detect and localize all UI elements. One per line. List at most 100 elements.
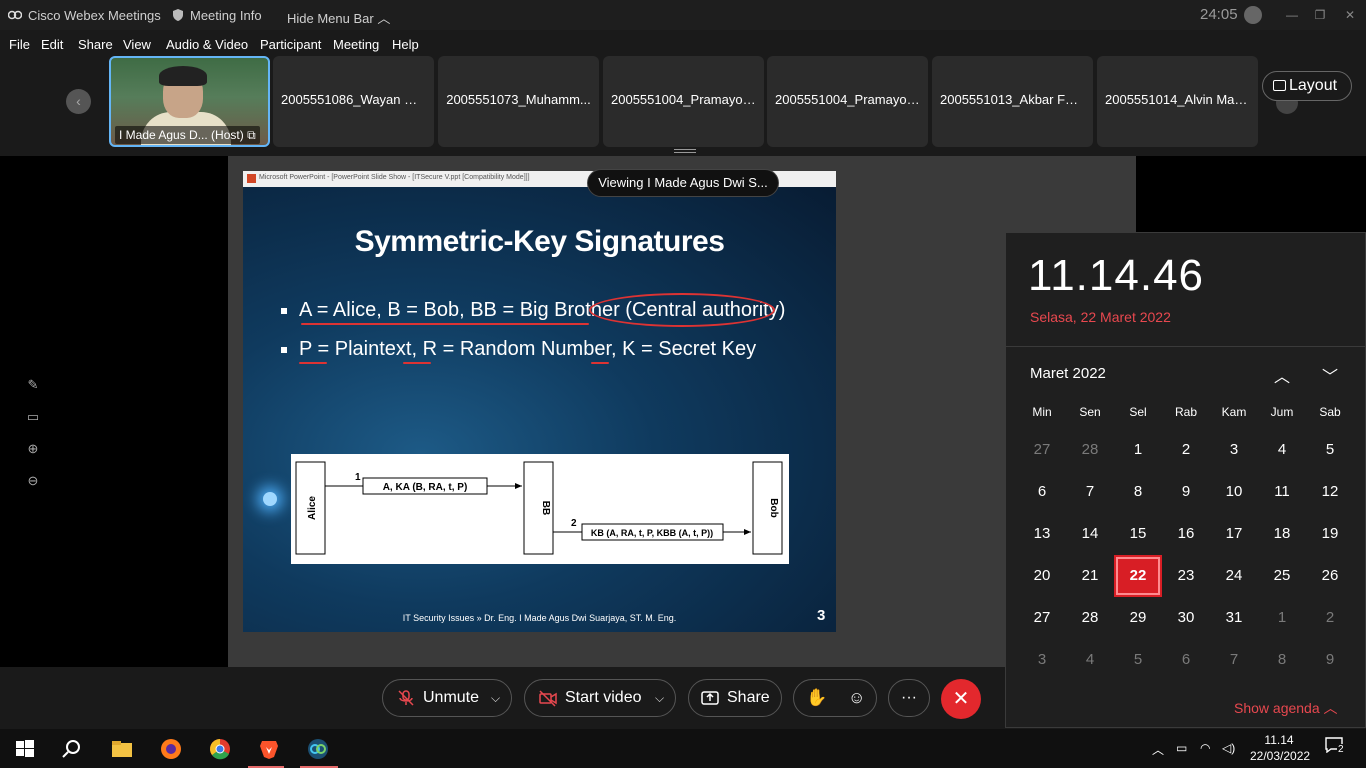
calendar-day[interactable]: 28 <box>1066 429 1114 471</box>
clock-date[interactable]: Selasa, 22 Maret 2022 <box>1030 309 1171 325</box>
calendar-day[interactable]: 31 <box>1210 597 1258 639</box>
participant-tile[interactable]: 2005551073_Muhamm... <box>438 56 599 147</box>
share-button[interactable]: Share <box>688 679 782 717</box>
calendar-day[interactable]: 9 <box>1306 639 1354 681</box>
calendar-day[interactable]: 12 <box>1306 471 1354 513</box>
chevron-down-icon[interactable]: ⌵ <box>491 680 500 716</box>
brave-icon[interactable] <box>257 737 281 761</box>
calendar-day[interactable]: 5 <box>1306 429 1354 471</box>
calendar-day[interactable]: 2 <box>1162 429 1210 471</box>
calendar-day[interactable]: 20 <box>1018 555 1066 597</box>
menu-help[interactable]: Help <box>392 37 419 52</box>
calendar-day[interactable]: 15 <box>1114 513 1162 555</box>
fit-screen-icon[interactable]: ▭ <box>24 408 42 426</box>
close-button[interactable]: ✕ <box>1338 4 1362 26</box>
start-video-button[interactable]: Start video ⌵ <box>524 679 676 717</box>
layout-button[interactable]: Layout <box>1262 71 1352 101</box>
participant-tile[interactable]: 2005551014_Alvin Maul... <box>1097 56 1258 147</box>
webex-icon[interactable] <box>306 737 330 761</box>
calendar-day[interactable]: 19 <box>1306 513 1354 555</box>
calendar-day[interactable]: 1 <box>1258 597 1306 639</box>
file-explorer-icon[interactable] <box>110 737 134 761</box>
calendar-day-today[interactable]: 22 <box>1114 555 1162 597</box>
menu-file[interactable]: File <box>9 37 30 52</box>
calendar-day[interactable]: 5 <box>1114 639 1162 681</box>
calendar-day[interactable]: 4 <box>1066 639 1114 681</box>
menu-meeting[interactable]: Meeting <box>333 37 379 52</box>
calendar-day[interactable]: 30 <box>1162 597 1210 639</box>
calendar-day[interactable]: 14 <box>1066 513 1114 555</box>
hide-menu-bar-button[interactable]: Hide Menu Bar ︿ <box>287 8 390 27</box>
windows-start-icon[interactable] <box>13 737 37 761</box>
menu-participant[interactable]: Participant <box>260 37 321 52</box>
unmute-button[interactable]: Unmute ⌵ <box>382 679 512 717</box>
menu-audio-video[interactable]: Audio & Video <box>166 37 248 52</box>
chevron-down-icon[interactable]: ﹀ <box>1320 363 1340 386</box>
viewing-indicator[interactable]: Viewing I Made Agus Dwi S... <box>587 169 779 197</box>
reactions-icon[interactable]: ☺ <box>848 680 865 716</box>
calendar-day[interactable]: 29 <box>1114 597 1162 639</box>
calendar-day[interactable]: 9 <box>1162 471 1210 513</box>
calendar-day[interactable]: 23 <box>1162 555 1210 597</box>
menu-edit[interactable]: Edit <box>41 37 63 52</box>
calendar-day[interactable]: 1 <box>1114 429 1162 471</box>
participant-tile-host[interactable]: I Made Agus D... (Host) ⧉ <box>109 56 270 147</box>
participant-tile[interactable]: 2005551013_Akbar Fern... <box>932 56 1093 147</box>
calendar-day[interactable]: 10 <box>1210 471 1258 513</box>
wifi-icon[interactable]: ◠ <box>1200 741 1210 755</box>
calendar-day[interactable]: 13 <box>1018 513 1066 555</box>
network-stats-icon[interactable] <box>1244 6 1262 24</box>
firefox-icon[interactable] <box>159 737 183 761</box>
restore-button[interactable]: ❐ <box>1308 4 1332 26</box>
chevron-down-icon[interactable]: ⌵ <box>655 680 664 716</box>
show-agenda-button[interactable]: Show agenda ︿ <box>1234 698 1338 718</box>
weekday-label: Sel <box>1129 405 1147 419</box>
menu-share[interactable]: Share <box>78 37 113 52</box>
calendar-day[interactable]: 8 <box>1258 639 1306 681</box>
calendar-day[interactable]: 25 <box>1258 555 1306 597</box>
participant-tile[interactable]: 2005551004_Pramayot... <box>603 56 764 147</box>
calendar-day[interactable]: 8 <box>1114 471 1162 513</box>
calendar-day[interactable]: 21 <box>1066 555 1114 597</box>
calendar-day[interactable]: 24 <box>1210 555 1258 597</box>
notification-center-icon[interactable]: 2 <box>1325 737 1347 757</box>
calendar-day[interactable]: 6 <box>1018 471 1066 513</box>
host-hair <box>159 66 207 86</box>
calendar-day[interactable]: 18 <box>1258 513 1306 555</box>
chrome-icon[interactable] <box>208 737 232 761</box>
participant-tile[interactable]: 2005551004_Pramayot... <box>767 56 928 147</box>
calendar-day[interactable]: 26 <box>1306 555 1354 597</box>
calendar-day[interactable]: 3 <box>1210 429 1258 471</box>
calendar-day[interactable]: 3 <box>1018 639 1066 681</box>
chevron-up-icon[interactable]: ︿ <box>1152 741 1164 758</box>
calendar-day[interactable]: 17 <box>1210 513 1258 555</box>
battery-icon[interactable]: ▭ <box>1176 741 1187 755</box>
raise-hand-icon[interactable]: ✋ <box>806 680 827 716</box>
calendar-day[interactable]: 16 <box>1162 513 1210 555</box>
chevron-up-icon[interactable]: ︿ <box>1272 363 1292 386</box>
calendar-day[interactable]: 7 <box>1066 471 1114 513</box>
leave-meeting-button[interactable]: ✕ <box>941 679 981 719</box>
calendar-day[interactable]: 6 <box>1162 639 1210 681</box>
calendar-day[interactable]: 2 <box>1306 597 1354 639</box>
volume-icon[interactable]: ◁) <box>1222 741 1235 755</box>
calendar-month[interactable]: Maret 2022 <box>1030 365 1106 382</box>
zoom-out-icon[interactable]: ⊖ <box>24 472 42 490</box>
meeting-info-button[interactable]: Meeting Info <box>190 8 262 23</box>
calendar-day[interactable]: 27 <box>1018 597 1066 639</box>
participant-tile[interactable]: 2005551086_Wayan De... <box>273 56 434 147</box>
minimize-button[interactable]: — <box>1280 4 1304 26</box>
search-icon[interactable] <box>60 737 84 761</box>
scroll-left-button[interactable]: ‹ <box>66 89 91 114</box>
calendar-day[interactable]: 27 <box>1018 429 1066 471</box>
taskbar-clock[interactable]: 11.14 22/03/2022 <box>1250 732 1310 764</box>
calendar-day[interactable]: 28 <box>1066 597 1114 639</box>
calendar-day[interactable]: 4 <box>1258 429 1306 471</box>
resize-grip[interactable] <box>674 149 696 153</box>
calendar-day[interactable]: 7 <box>1210 639 1258 681</box>
annotate-icon[interactable]: ✎ <box>24 376 42 394</box>
menu-view[interactable]: View <box>123 37 151 52</box>
more-options-button[interactable]: ··· <box>888 679 930 717</box>
zoom-in-icon[interactable]: ⊕ <box>24 440 42 458</box>
calendar-day[interactable]: 11 <box>1258 471 1306 513</box>
